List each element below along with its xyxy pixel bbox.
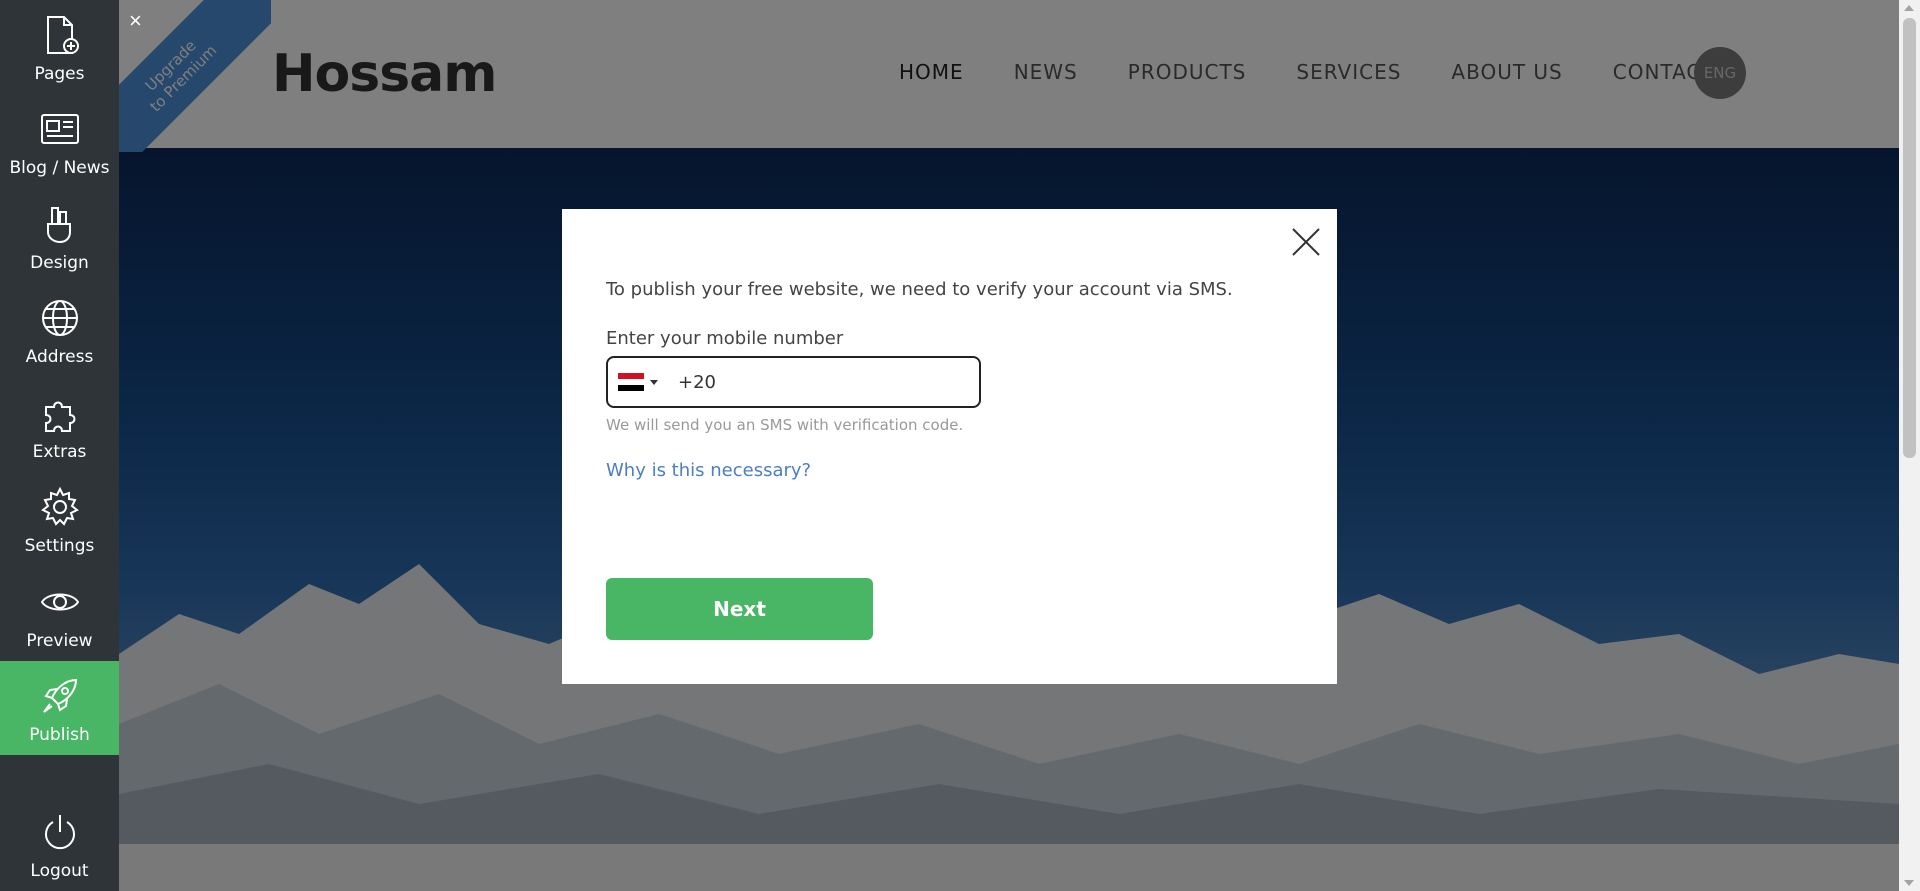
scroll-thumb[interactable] — [1903, 18, 1916, 458]
sidebar-item-label: Blog / News — [9, 158, 110, 178]
editor-sidebar: Pages Blog / News Design Address Extras … — [0, 0, 119, 891]
sidebar-item-logout[interactable]: Logout — [0, 797, 119, 891]
sidebar-item-pages[interactable]: Pages — [0, 0, 119, 94]
sidebar-item-label: Design — [30, 253, 89, 273]
ribbon-close-icon[interactable]: × — [129, 8, 142, 34]
sidebar-item-address[interactable]: Address — [0, 283, 119, 377]
rocket-icon — [37, 673, 83, 719]
sms-hint: We will send you an SMS with verificatio… — [606, 416, 964, 434]
phone-input[interactable] — [678, 371, 938, 393]
sidebar-item-label: Extras — [32, 442, 87, 462]
next-button[interactable]: Next — [606, 578, 873, 640]
scroll-down-icon[interactable] — [1904, 880, 1914, 886]
sidebar-item-preview[interactable]: Preview — [0, 567, 119, 661]
globe-icon — [37, 295, 83, 341]
sidebar-item-label: Publish — [29, 725, 90, 745]
sidebar-item-settings[interactable]: Settings — [0, 472, 119, 566]
sidebar-item-design[interactable]: Design — [0, 189, 119, 283]
power-icon — [37, 809, 83, 855]
sidebar-item-label: Logout — [30, 861, 89, 881]
eye-icon — [37, 579, 83, 625]
sidebar-item-label: Pages — [34, 64, 85, 84]
country-selector[interactable] — [618, 373, 658, 391]
sidebar-item-blog-news[interactable]: Blog / News — [0, 94, 119, 188]
sidebar-item-label: Address — [25, 347, 94, 367]
page-scrollbar[interactable] — [1899, 0, 1920, 891]
puzzle-icon — [37, 390, 83, 436]
modal-intro-text: To publish your free website, we need to… — [606, 279, 1233, 300]
sidebar-item-label: Settings — [24, 536, 95, 556]
phone-field[interactable] — [606, 356, 981, 408]
chevron-down-icon — [650, 379, 658, 385]
phone-field-label: Enter your mobile number — [606, 328, 844, 349]
why-necessary-link[interactable]: Why is this necessary? — [606, 460, 811, 481]
sidebar-item-extras[interactable]: Extras — [0, 378, 119, 472]
close-icon[interactable] — [1290, 226, 1322, 258]
brush-icon — [37, 201, 83, 247]
gear-icon — [37, 484, 83, 530]
newspaper-icon — [37, 106, 83, 152]
page-add-icon — [37, 12, 83, 58]
sms-verification-modal: To publish your free website, we need to… — [562, 209, 1337, 684]
egypt-flag-icon — [618, 373, 644, 391]
sidebar-item-label: Preview — [26, 631, 93, 651]
sidebar-item-publish[interactable]: Publish — [0, 661, 119, 755]
scroll-up-icon[interactable] — [1904, 5, 1914, 11]
